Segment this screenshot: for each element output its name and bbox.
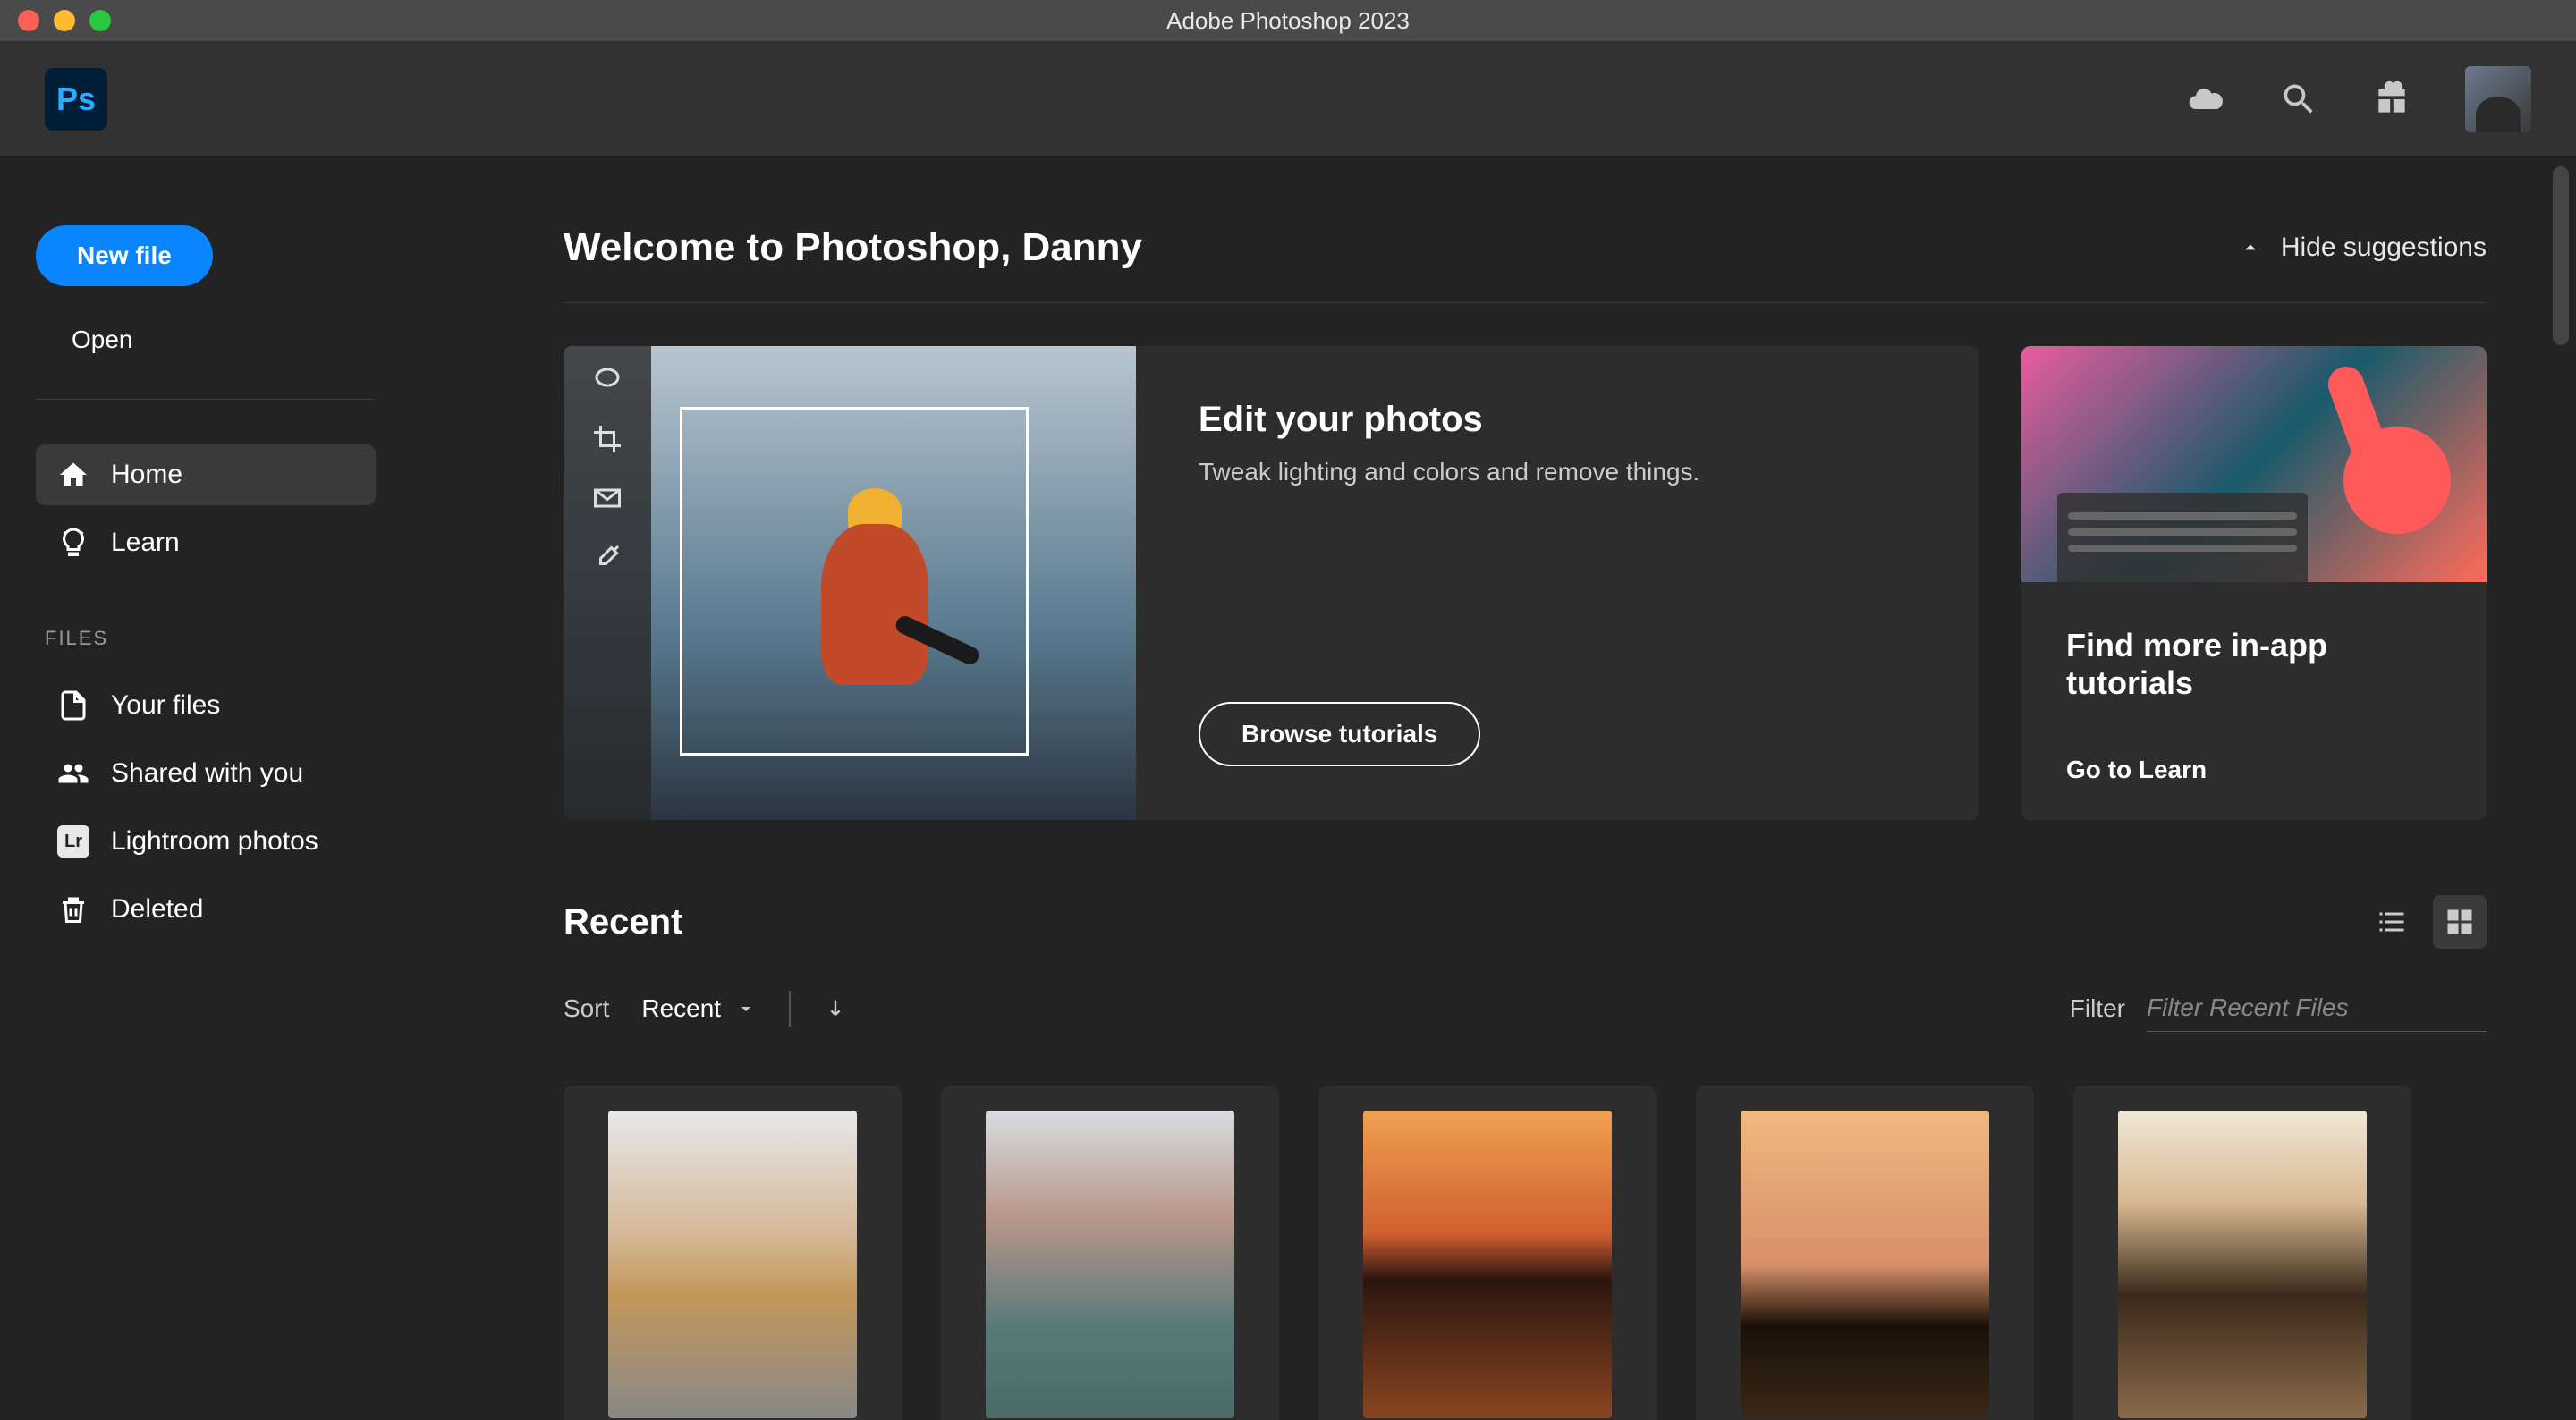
grid-view-button[interactable] [2433,895,2487,949]
edit-card-image [564,346,1136,820]
gift-icon[interactable] [2372,80,2411,119]
scrollbar[interactable] [2553,166,2569,345]
nav-deleted[interactable]: Deleted [36,879,376,940]
person-illustration [821,488,928,703]
crop-icon [591,423,623,455]
chevron-up-icon [2238,235,2263,260]
toolbar: Ps [0,41,2576,157]
nav-your-files-label: Your files [111,690,220,721]
hide-suggestions-label: Hide suggestions [2281,232,2487,263]
window-title: Adobe Photoshop 2023 [1166,7,1410,35]
panel-overlay [2057,493,2308,582]
nav-learn[interactable]: Learn [36,512,376,573]
thumbnail-image [1741,1111,1989,1418]
recent-thumbnails [564,1086,2487,1420]
nav-lightroom-label: Lightroom photos [111,826,318,857]
nav-home-label: Home [111,460,182,490]
close-window-button[interactable] [18,10,39,31]
tool-strip [564,346,651,820]
list-icon [2376,906,2408,938]
nav-lightroom[interactable]: Lr Lightroom photos [36,811,376,872]
thumbnail-image [608,1111,857,1418]
hide-suggestions-button[interactable]: Hide suggestions [2238,232,2487,263]
search-icon[interactable] [2279,80,2318,119]
sort-divider [789,991,791,1027]
envelope-icon [591,482,623,514]
edit-photos-card: Edit your photos Tweak lighting and colo… [564,346,1979,820]
new-file-button[interactable]: New file [36,225,213,286]
sort-label: Sort [564,994,609,1023]
learn-card: Find more in-app tutorials Go to Learn [2021,346,2487,820]
content-area: Welcome to Photoshop, Danny Hide suggest… [411,157,2576,1420]
recent-title: Recent [564,902,682,942]
lightbulb-icon [57,527,89,559]
nav-shared[interactable]: Shared with you [36,743,376,804]
recent-file-4[interactable] [1696,1086,2034,1420]
file-icon [57,689,89,722]
thumbnail-image [2118,1111,2367,1418]
edit-card-title: Edit your photos [1199,400,1916,440]
minimize-window-button[interactable] [54,10,75,31]
recent-file-2[interactable] [941,1086,1279,1420]
nav-deleted-label: Deleted [111,894,203,925]
content-divider [564,302,2487,303]
filter-input[interactable] [2147,985,2487,1032]
trash-icon [57,893,89,926]
nav-your-files[interactable]: Your files [36,675,376,736]
people-icon [57,757,89,790]
nav-learn-label: Learn [111,528,180,558]
files-section-label: FILES [45,627,376,650]
learn-card-title: Find more in-app tutorials [2066,627,2442,702]
eyedropper-icon [591,541,623,573]
thumbnail-image [1363,1111,1612,1418]
app-logo[interactable]: Ps [45,68,107,131]
sort-direction-icon[interactable] [823,996,848,1021]
chevron-down-icon [735,998,757,1019]
sort-dropdown[interactable]: Recent [641,994,757,1023]
thumbnail-image [986,1111,1234,1418]
welcome-title: Welcome to Photoshop, Danny [564,225,1142,270]
recent-file-5[interactable] [2073,1086,2411,1420]
maximize-window-button[interactable] [89,10,111,31]
lasso-icon [591,364,623,396]
filter-label: Filter [2070,994,2125,1023]
list-view-button[interactable] [2365,895,2419,949]
sidebar: New file Open Home Learn FILES Your file… [0,157,411,1420]
view-toggle [2365,895,2487,949]
titlebar: Adobe Photoshop 2023 [0,0,2576,41]
flamingo-illustration [2308,355,2469,570]
traffic-lights [18,10,111,31]
edit-card-description: Tweak lighting and colors and remove thi… [1199,458,1916,486]
recent-file-3[interactable] [1318,1086,1657,1420]
nav-home[interactable]: Home [36,444,376,505]
go-to-learn-link[interactable]: Go to Learn [2066,756,2442,784]
lightroom-icon: Lr [57,825,89,858]
nav-shared-label: Shared with you [111,758,303,789]
grid-icon [2444,906,2476,938]
browse-tutorials-button[interactable]: Browse tutorials [1199,702,1480,766]
cloud-icon[interactable] [2186,80,2225,119]
home-icon [57,459,89,491]
open-button[interactable]: Open [36,313,376,367]
sort-value: Recent [641,994,721,1023]
learn-card-image [2021,346,2487,582]
user-avatar[interactable] [2465,66,2531,132]
sidebar-divider [36,399,376,400]
recent-file-1[interactable] [564,1086,902,1420]
